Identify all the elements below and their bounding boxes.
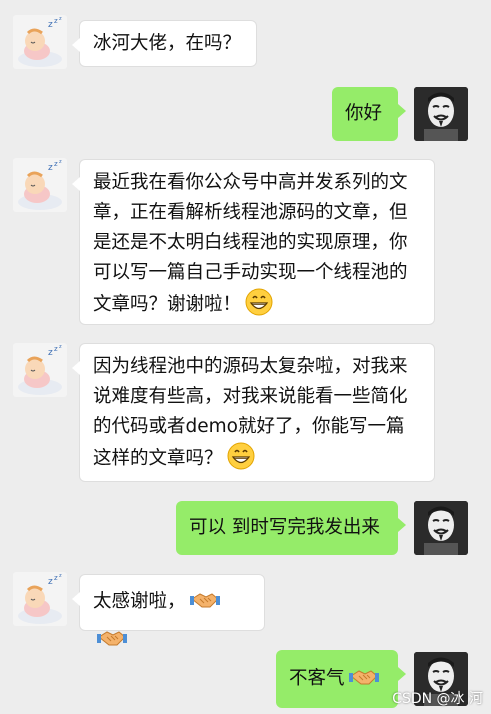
message-text: 冰河大佬，在吗？ <box>93 33 242 54</box>
contact-avatar[interactable]: z z z <box>13 343 67 397</box>
handshake-icon <box>189 593 220 608</box>
message-bubble-outgoing[interactable]: 可以 到时写完我发出来 <box>176 501 406 555</box>
sleeping-baby-icon: z z z <box>18 159 62 210</box>
message-text: 可以 到时写完我发出来 <box>189 517 380 538</box>
masked-face-icon <box>414 501 468 555</box>
svg-text:z: z <box>54 574 58 582</box>
handshake-icon <box>97 631 127 646</box>
svg-text:z: z <box>54 17 58 25</box>
svg-text:z: z <box>59 159 62 165</box>
sleeping-baby-icon: z z z <box>18 344 62 395</box>
grinning-face-icon <box>227 442 255 470</box>
sleeping-baby-icon: z z z <box>18 573 62 624</box>
message-text: 不客气 <box>289 668 345 689</box>
contact-avatar[interactable]: z z z <box>13 572 67 626</box>
contact-avatar[interactable]: z z z <box>13 15 67 69</box>
message-bubble-incoming[interactable]: 冰河大佬，在吗？ <box>72 20 257 67</box>
svg-text:z: z <box>48 20 53 30</box>
message-bubble-incoming[interactable]: 太感谢啦， <box>72 574 265 646</box>
my-avatar[interactable] <box>414 87 468 141</box>
handshake-icon <box>348 670 379 685</box>
csdn-watermark: CSDN @冰 河 <box>392 691 483 707</box>
sleeping-baby-icon: z z z <box>18 16 62 67</box>
message-bubble-outgoing[interactable]: 你好 <box>332 87 406 141</box>
message-bubble-incoming[interactable]: 最近我在看你公众号中高并发系列的文章，正在看解析线程池源码的文章，但是还是不太明… <box>72 159 435 325</box>
svg-text:z: z <box>59 344 62 350</box>
svg-text:z: z <box>48 577 53 587</box>
my-avatar[interactable] <box>414 501 468 555</box>
svg-text:z: z <box>48 348 53 358</box>
svg-text:z: z <box>59 16 62 22</box>
message-bubble-outgoing[interactable]: 不客气 <box>276 650 406 708</box>
svg-text:z: z <box>54 345 58 353</box>
message-text: 你好 <box>345 103 383 124</box>
message-text: 太感谢啦， <box>93 591 186 612</box>
contact-avatar[interactable]: z z z <box>13 158 67 212</box>
grinning-face-icon <box>245 288 273 316</box>
svg-text:z: z <box>48 163 53 173</box>
svg-text:z: z <box>54 160 58 168</box>
masked-face-icon <box>414 87 468 141</box>
message-bubble-incoming[interactable]: 因为线程池中的源码太复杂啦，对我来说难度有些高，对我来说能看一些简化的代码或者d… <box>72 343 435 482</box>
svg-text:z: z <box>59 573 62 579</box>
